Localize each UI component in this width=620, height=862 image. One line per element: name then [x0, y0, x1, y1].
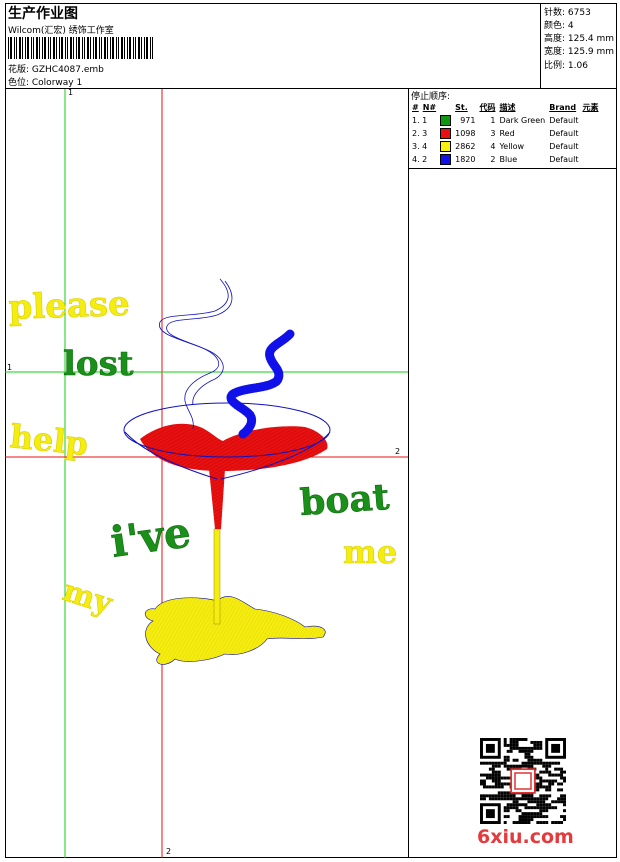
row-code: 3: [490, 129, 496, 138]
row-brand: Default: [549, 116, 579, 125]
row-brand: Default: [549, 155, 579, 164]
row-swatch: [438, 153, 453, 166]
stat-width: 宽度: 125.9 mm: [544, 47, 615, 57]
row-code: 1: [490, 116, 496, 125]
col-element: 元素: [582, 103, 599, 112]
steam-blue: [226, 329, 295, 439]
pattern-file: 花版: GZHC4087.emb: [8, 65, 104, 75]
studio-name: Wilcom(汇宏) 绣饰工作室: [8, 26, 114, 36]
row-index: 3. 4: [412, 142, 428, 151]
col-needle: N#: [422, 103, 437, 112]
side-divider: [408, 168, 409, 858]
puddle-shape: [144, 596, 326, 665]
word-me: me: [343, 533, 397, 571]
row-element: [580, 153, 600, 166]
word-please: please: [8, 284, 130, 328]
color-swatch: [440, 141, 452, 152]
row-element: [580, 140, 600, 153]
steam-outline-2: [166, 280, 233, 406]
row-index: 1. 1: [412, 116, 428, 125]
color-row: 3. 4 2862 4 Yellow Default: [410, 140, 600, 153]
color-row: 1. 1 971 1 Dark Green Default: [410, 114, 600, 127]
word-my: my: [59, 573, 118, 622]
color-swatch: [440, 115, 452, 126]
guide-label-v1: 1: [68, 88, 74, 97]
row-element: [580, 127, 600, 140]
row-stitches: 2862: [455, 142, 476, 151]
color-row: 4. 2 1820 2 Blue Default: [410, 153, 600, 166]
steam-outline: [159, 278, 229, 430]
glass-stem: [213, 528, 221, 625]
guide-label-h2: 2: [395, 447, 401, 456]
row-stitches: 1098: [455, 129, 476, 138]
stat-height: 高度: 125.4 mm: [544, 34, 615, 44]
color-swatch: [440, 154, 452, 165]
row-desc: Dark Green: [499, 116, 546, 125]
color-row: 2. 3 1098 3 Red Default: [410, 127, 600, 140]
col-desc: 描述: [499, 103, 516, 112]
word-boat: boat: [299, 476, 391, 524]
stat-stitches: 针数: 6753: [544, 8, 591, 18]
word-lost: lost: [63, 344, 134, 384]
row-brand: Default: [549, 142, 579, 151]
guide-label-h1: 1: [7, 363, 13, 372]
header: 生产作业图 Wilcom(汇宏) 绣饰工作室 花版: GZHC4087.emb …: [5, 3, 617, 89]
stats-panel: 针数: 6753 颜色: 4 高度: 125.4 mm 宽度: 125.9 mm…: [540, 3, 617, 89]
color-table-header: # N# St. 代码 描述 Brand 元素: [410, 101, 600, 114]
row-code: 2: [490, 155, 496, 164]
row-swatch: [438, 127, 453, 140]
row-stitches: 971: [460, 116, 476, 125]
stat-colors: 颜色: 4: [544, 21, 574, 31]
col-brand: Brand: [549, 103, 577, 112]
row-swatch: [438, 140, 453, 153]
row-desc: Yellow: [499, 142, 525, 151]
word-help: help: [8, 417, 90, 463]
row-index: 4. 2: [412, 155, 428, 164]
col-index: #: [412, 103, 419, 112]
guide-label-v2: 2: [166, 847, 172, 856]
row-index: 2. 3: [412, 129, 428, 138]
color-swatch: [440, 128, 452, 139]
col-stitches: St.: [455, 103, 468, 112]
color-table: # N# St. 代码 描述 Brand 元素 1. 1 971 1 Dark Gre…: [410, 101, 600, 166]
stop-sequence-panel: 停止顺序: # N# St. 代码 描述 Brand 元素 1. 1 971 1 Da…: [408, 89, 617, 169]
wine-fill: [140, 423, 328, 471]
row-code: 4: [490, 142, 496, 151]
row-desc: Red: [499, 129, 515, 138]
word-ive: i've: [108, 507, 194, 567]
barcode: [8, 37, 153, 59]
qr-code: [480, 738, 566, 824]
design-area: please lost help boat i've me my 1 2 1 2: [5, 88, 408, 858]
site-logo[interactable]: 6xiu.com: [477, 826, 574, 848]
row-stitches: 1820: [455, 155, 476, 164]
glass-neck: [209, 469, 225, 529]
row-swatch: [438, 114, 453, 127]
row-desc: Blue: [499, 155, 518, 164]
design-canvas: please lost help boat i've me my: [5, 89, 408, 858]
col-code: 代码: [479, 103, 496, 112]
col-swatch: [438, 101, 453, 114]
stat-scale: 比例: 1.06: [544, 61, 588, 71]
page-title: 生产作业图: [8, 6, 78, 22]
row-brand: Default: [549, 129, 579, 138]
colorway: 色位: Colorway 1: [8, 78, 83, 88]
row-element: [580, 114, 600, 127]
